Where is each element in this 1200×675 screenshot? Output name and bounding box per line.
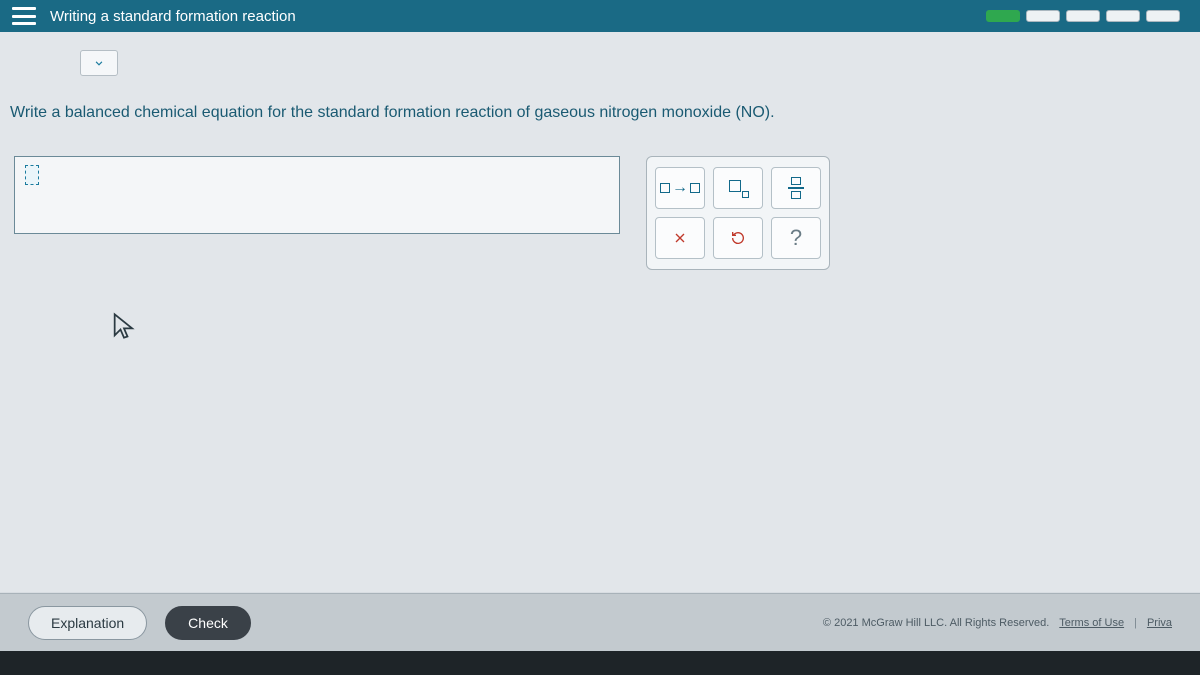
- footer-bar: Explanation Check © 2021 McGraw Hill LLC…: [0, 593, 1200, 651]
- input-placeholder-box: [25, 165, 39, 185]
- question-prompt: Write a balanced chemical equation for t…: [10, 104, 775, 122]
- prompt-text-prefix: Write a balanced chemical equation for t…: [10, 104, 735, 121]
- equation-tool-panel: → ?: [646, 156, 830, 270]
- clear-button[interactable]: [655, 217, 705, 259]
- check-button[interactable]: Check: [165, 606, 251, 640]
- terms-link[interactable]: Terms of Use: [1059, 617, 1124, 629]
- cursor-icon: [110, 312, 138, 340]
- content-area: Write a balanced chemical equation for t…: [0, 32, 1200, 592]
- reaction-arrow-button[interactable]: →: [655, 167, 705, 209]
- os-taskbar: [0, 651, 1200, 675]
- progress-cell: [1106, 10, 1140, 22]
- progress-cell: [1066, 10, 1100, 22]
- redo-icon: [730, 230, 746, 246]
- reset-button[interactable]: [713, 217, 763, 259]
- chemical-formula: (NO): [735, 104, 770, 121]
- help-button[interactable]: ?: [771, 217, 821, 259]
- fraction-button[interactable]: [771, 167, 821, 209]
- subscript-button[interactable]: [713, 167, 763, 209]
- progress-cell: [1026, 10, 1060, 22]
- header-bar: Writing a standard formation reaction: [0, 0, 1200, 32]
- privacy-link[interactable]: Priva: [1147, 617, 1172, 629]
- progress-cell: [1146, 10, 1180, 22]
- hint-dropdown-button[interactable]: [80, 50, 118, 76]
- chevron-down-icon: [92, 56, 106, 70]
- assignment-title: Writing a standard formation reaction: [50, 8, 296, 25]
- prompt-text-suffix: .: [770, 104, 774, 121]
- copyright-block: © 2021 McGraw Hill LLC. All Rights Reser…: [823, 617, 1172, 629]
- progress-indicator: [986, 10, 1180, 22]
- arrow-icon: →: [672, 179, 688, 197]
- explanation-button[interactable]: Explanation: [28, 606, 147, 640]
- separator: |: [1134, 617, 1137, 629]
- equation-input[interactable]: [14, 156, 620, 234]
- progress-cell: [986, 10, 1020, 22]
- question-mark-icon: ?: [790, 225, 802, 251]
- menu-icon[interactable]: [12, 7, 36, 25]
- close-icon: [672, 230, 688, 246]
- copyright-text: © 2021 McGraw Hill LLC. All Rights Reser…: [823, 617, 1049, 629]
